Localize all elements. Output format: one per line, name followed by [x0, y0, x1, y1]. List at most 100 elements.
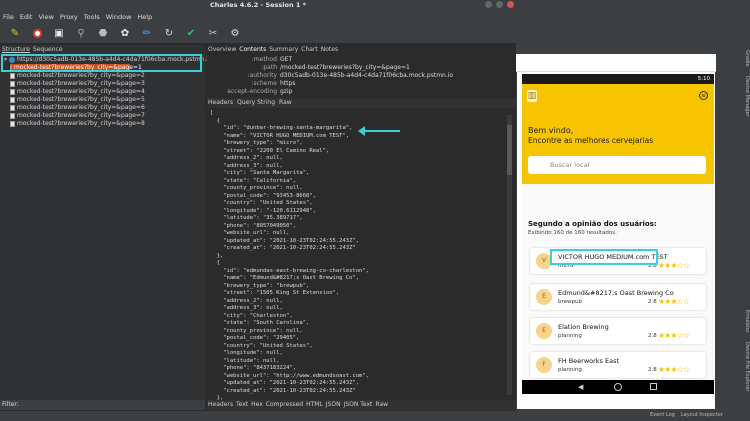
tree-item-label: mocked-test?breweries?by_city=&page=5 — [17, 96, 145, 103]
filter-label: Filter: — [2, 401, 19, 408]
throttle-icon[interactable]: ⚲ — [70, 25, 92, 43]
tab-structure[interactable]: Structure — [2, 45, 30, 54]
tree-item[interactable]: mocked-test?breweries?by_city=&page=6 — [10, 104, 145, 112]
filter-bar[interactable]: Filter: — [0, 400, 205, 410]
emulator-toolbar — [516, 54, 716, 72]
tab-summary[interactable]: Summary — [269, 45, 298, 54]
event-log-tab[interactable]: Event Log — [650, 410, 675, 420]
tab-raw[interactable]: Raw — [279, 98, 292, 108]
tree-item[interactable]: mocked-test?breweries?by_city=&page=4 — [10, 88, 145, 96]
tab-overview[interactable]: Overview — [208, 45, 236, 54]
header-key: :authority — [247, 72, 277, 79]
json-line: "brewery_type": "brewpub", — [210, 282, 310, 289]
window-title-bar: Charles 4.6.2 - Session 1 * — [0, 0, 516, 10]
menu-file[interactable]: File — [3, 10, 14, 24]
brewery-card[interactable]: F FH Beerworks East planning 2.8 ★★★☆☆ — [530, 352, 706, 378]
maximize-icon[interactable] — [496, 1, 503, 8]
home-icon[interactable] — [614, 383, 622, 391]
device-manager-tab[interactable]: Device Manager — [744, 76, 750, 117]
file-icon — [10, 121, 15, 127]
refresh-icon[interactable]: ↻ — [158, 25, 180, 43]
header-value: https — [280, 80, 296, 87]
menu-view[interactable]: View — [38, 10, 53, 24]
tab-chart[interactable]: Chart — [301, 45, 318, 54]
menu-edit[interactable]: Edit — [20, 10, 33, 24]
json-line: "phone": "8437183224", — [210, 365, 297, 371]
tab-notes[interactable]: Notes — [321, 45, 338, 54]
json-line: { — [210, 260, 220, 266]
settings-icon[interactable]: ✿ — [114, 25, 136, 43]
subtitle-text: Encontre as melhores cervejarias — [528, 136, 654, 145]
tab-json-text[interactable]: JSON Text — [344, 400, 373, 410]
lock-icon[interactable]: ▣ — [48, 25, 70, 43]
header-row: accept-encoding gzip — [207, 88, 292, 95]
json-line: "address_3": null, — [210, 305, 283, 311]
header-key: :scheme — [251, 80, 277, 87]
tab-headers[interactable]: Headers — [208, 98, 233, 108]
file-icon — [10, 89, 15, 95]
menu-proxy[interactable]: Proxy — [60, 10, 78, 24]
tab-headers[interactable]: Headers — [208, 400, 233, 410]
tab-json[interactable]: JSON — [326, 400, 341, 410]
header-value: d30c5adb-013e-485b-a4d4-c4da71f06cba.moc… — [280, 72, 454, 79]
tree-item-label: mocked-test?breweries?by_city=&page=8 — [17, 120, 145, 127]
app-body: Segundo a opinião dos usuários: Exibindo… — [522, 184, 714, 380]
file-icon — [10, 105, 15, 111]
json-line: "address_2": null, — [210, 297, 283, 304]
minimize-icon[interactable] — [485, 1, 492, 8]
tree-item[interactable]: mocked-test?breweries?by_city=&page=8 — [10, 120, 145, 128]
record-icon[interactable] — [26, 25, 48, 43]
menu-icon[interactable]: ≡ — [699, 91, 708, 100]
layout-inspector-tab[interactable]: Layout Inspector — [681, 410, 723, 420]
tree-item[interactable]: mocked-test?breweries?by_city=&page=7 — [10, 112, 145, 120]
tools-icon[interactable]: ✂ — [202, 25, 224, 43]
file-icon — [10, 113, 15, 119]
json-line: "updated_at": "2021-10-23T02:24:55.243Z"… — [210, 237, 360, 244]
menu-tools[interactable]: Tools — [84, 10, 100, 24]
tab-text[interactable]: Text — [236, 400, 248, 410]
gear-icon[interactable]: ⚙ — [224, 25, 246, 43]
edit-icon[interactable]: ✏ — [136, 25, 158, 43]
tree-item[interactable]: mocked-test?breweries?by_city=&page=2 — [10, 72, 145, 80]
tab-contents[interactable]: Contents — [239, 45, 266, 54]
gradle-tab[interactable]: Gradle — [744, 50, 750, 67]
emulator-tab[interactable]: Emulator — [744, 310, 750, 333]
tab-sequence[interactable]: Sequence — [33, 45, 63, 54]
validate-icon[interactable]: ✔ — [180, 25, 202, 43]
json-line: "name": "Edmund&#8217;s Oast Brewing Co"… — [210, 275, 360, 281]
header-key: accept-encoding — [227, 88, 277, 95]
breakpoint-icon[interactable]: ⬣ — [92, 25, 114, 43]
detail-tabs: Overview Contents Summary Chart Notes — [207, 45, 338, 54]
phone-nav-bar: ◀ — [522, 380, 714, 394]
tab-compressed[interactable]: Compressed — [266, 400, 303, 410]
header-row: :method GET — [207, 56, 292, 63]
tab-query-string[interactable]: Query String — [237, 98, 275, 108]
tree-item[interactable]: mocked-test?breweries?by_city=&page=3 — [10, 80, 145, 88]
tab-html[interactable]: HTML — [306, 400, 323, 410]
brewery-card[interactable]: E Edmund&#8217;s Oast Brewing Co brewpub… — [530, 284, 706, 310]
tree-item[interactable]: mocked-test?breweries?by_city=&page=5 — [10, 96, 145, 104]
search-box[interactable]: Buscar local — [528, 156, 706, 174]
json-line: "website_url": "http://www.edmundsoast.c… — [210, 372, 369, 379]
tab-raw[interactable]: Raw — [375, 400, 388, 410]
menu-window[interactable]: Window — [106, 10, 132, 24]
back-icon[interactable]: ◀ — [578, 383, 583, 391]
json-line: "city": "Charleston", — [210, 312, 293, 319]
stars-icon: ★★★☆☆ — [658, 297, 690, 306]
greeting-text: Bem vindo, — [528, 126, 574, 135]
json-line: "county_province": null, — [210, 327, 303, 334]
structure-panel: Structure Sequence ▾ https://d30c5adb-01… — [0, 45, 212, 400]
app-header: ▥ ≡ Bem vindo, Encontre as melhores cerv… — [522, 84, 714, 184]
menu-help[interactable]: Help — [137, 10, 152, 24]
recents-icon[interactable] — [650, 383, 657, 390]
json-line: "city": "Santa Margarita", — [210, 170, 310, 176]
tab-hex[interactable]: Hex — [251, 400, 263, 410]
device-file-explorer-tab[interactable]: Device File Explorer — [744, 342, 750, 391]
header-key: :method — [251, 56, 277, 63]
contents-panel: Overview Contents Summary Chart Notes :m… — [207, 45, 516, 411]
scrollbar-thumb[interactable] — [507, 125, 512, 175]
header-value: GET — [280, 56, 293, 63]
close-icon[interactable] — [507, 1, 514, 8]
broom-icon[interactable]: ✎ — [4, 25, 26, 43]
brewery-card[interactable]: E Elation Brewing planning 2.8 ★★★☆☆ — [530, 318, 706, 344]
